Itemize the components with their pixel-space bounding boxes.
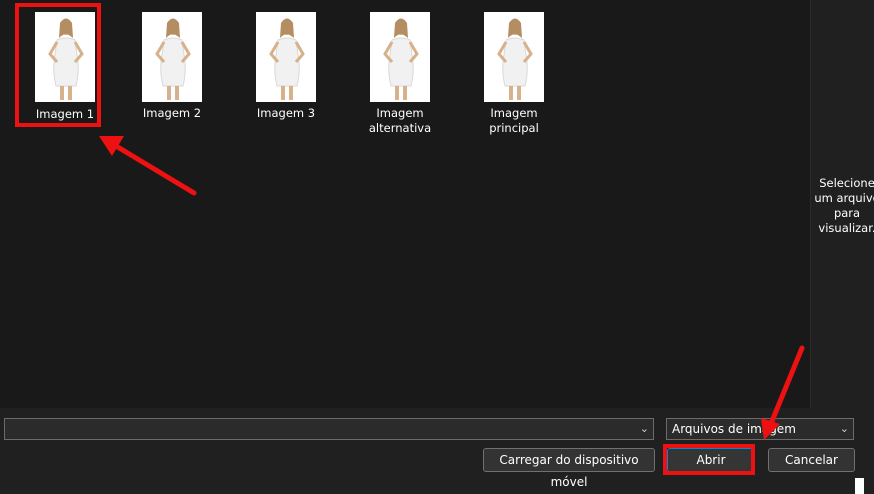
file-item-imagem-2[interactable]: Imagem 2 (122, 6, 222, 156)
resize-grip[interactable] (855, 478, 864, 494)
chevron-down-icon: ⌄ (839, 422, 849, 435)
file-name-label: Imagem principal (489, 106, 539, 135)
chevron-down-icon[interactable]: ⌄ (640, 422, 649, 436)
cancel-button[interactable]: Cancelar (768, 448, 855, 472)
file-list-area: Imagem 1 Imagem 2 Imagem 3 Imagem altern… (0, 0, 810, 408)
file-name-label: Imagem alternativa (368, 106, 432, 135)
file-item-imagem-alternativa[interactable]: Imagem alternativa (350, 6, 450, 156)
load-from-device-button[interactable]: Carregar do dispositivo móvel (483, 448, 655, 489)
preview-pane: Selecione um arquivo para visualizar. (810, 0, 874, 408)
file-thumbnail (35, 12, 95, 102)
preview-message: Selecione um arquivo para visualizar. (814, 176, 874, 235)
file-name-label: Imagem 1 (35, 107, 95, 121)
filename-input[interactable]: ⌄ (4, 418, 654, 440)
file-item-imagem-1[interactable]: Imagem 1 (15, 6, 115, 156)
filetype-dropdown[interactable]: Arquivos de imagem ⌄ (666, 418, 854, 440)
file-thumbnail (484, 12, 544, 102)
file-thumbnail (370, 12, 430, 102)
file-thumbnail (142, 12, 202, 102)
open-button[interactable]: Abrir (667, 448, 755, 472)
file-item-imagem-principal[interactable]: Imagem principal (464, 6, 564, 156)
file-thumbnail (256, 12, 316, 102)
file-item-imagem-3[interactable]: Imagem 3 (236, 6, 336, 156)
file-name-label: Imagem 2 (142, 106, 202, 120)
file-name-label: Imagem 3 (256, 106, 316, 120)
filetype-selected-value: Arquivos de imagem (672, 422, 796, 436)
